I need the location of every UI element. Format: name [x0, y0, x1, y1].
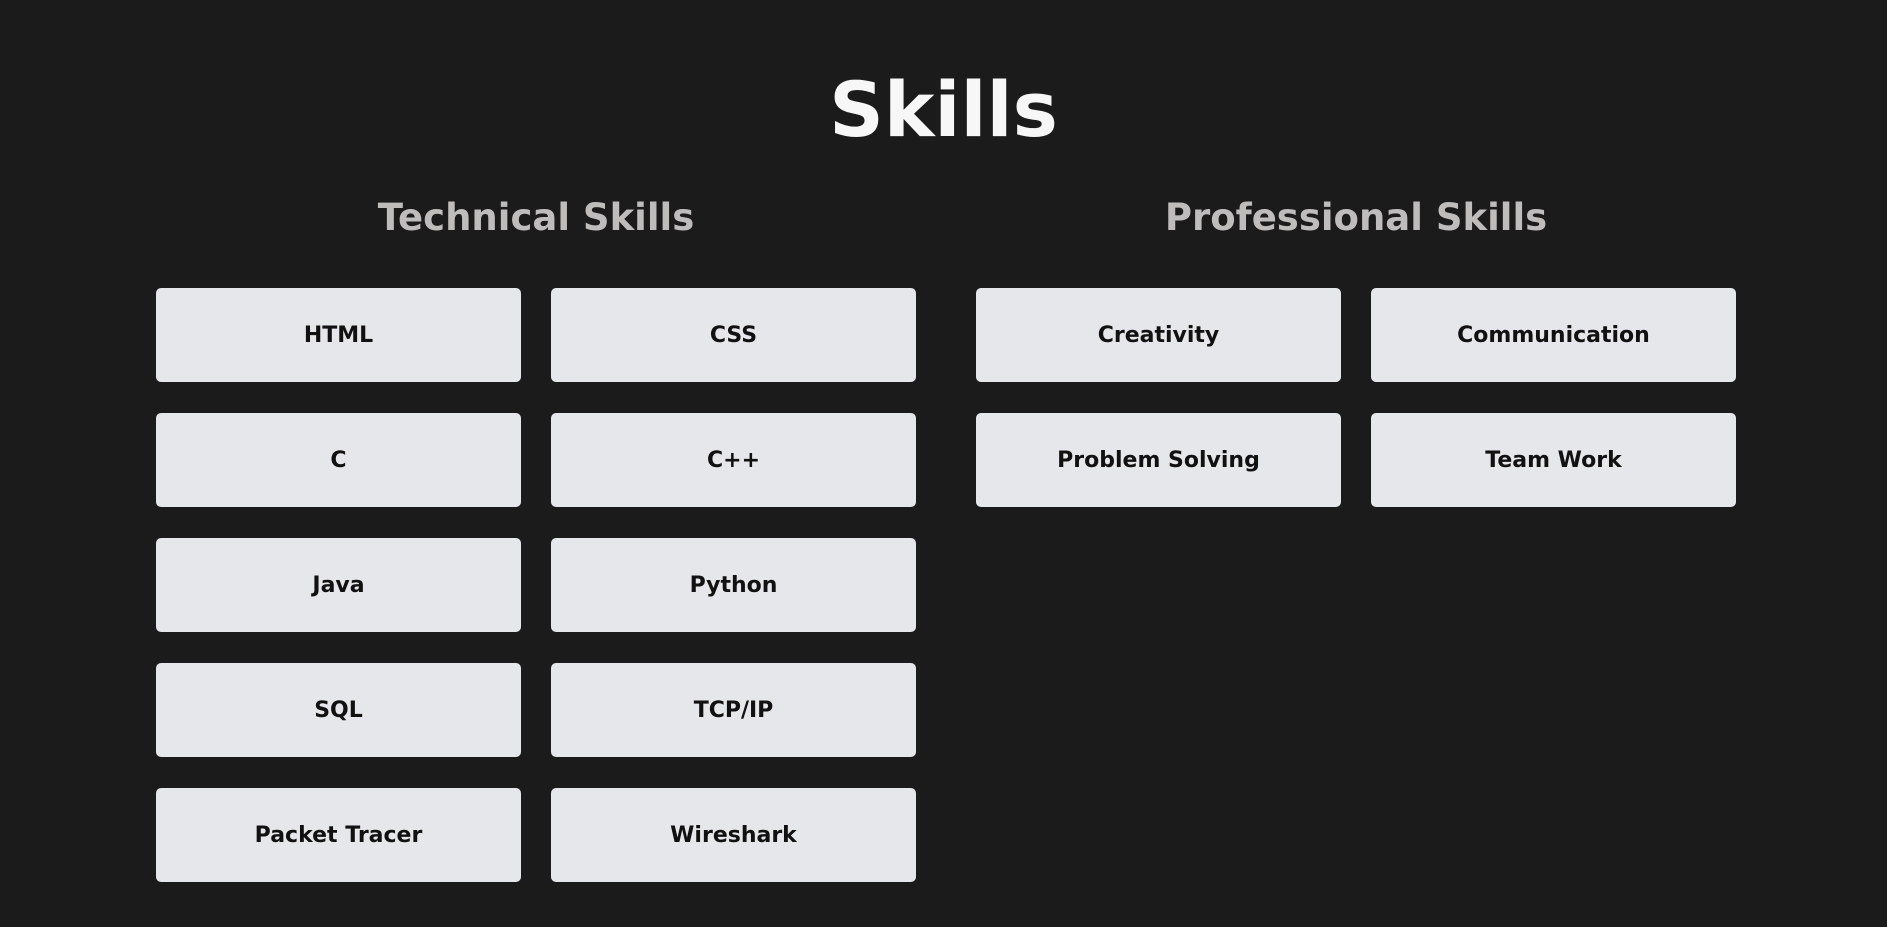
professional-skills-grid: Creativity Communication Problem Solving…	[976, 288, 1736, 507]
skills-page: Skills Technical Skills HTML CSS C C++ J…	[0, 0, 1887, 927]
technical-skills-grid: HTML CSS C C++ Java Python SQL TCP/IP Pa…	[156, 288, 916, 882]
skill-card-java[interactable]: Java	[156, 538, 521, 632]
skill-card-python[interactable]: Python	[551, 538, 916, 632]
skill-card-wireshark[interactable]: Wireshark	[551, 788, 916, 882]
technical-skills-section: Technical Skills HTML CSS C C++ Java Pyt…	[156, 192, 916, 882]
skill-card-team-work[interactable]: Team Work	[1371, 413, 1736, 507]
professional-skills-title: Professional Skills	[1164, 196, 1548, 239]
skill-card-creativity[interactable]: Creativity	[976, 288, 1341, 382]
skill-card-css[interactable]: CSS	[551, 288, 916, 382]
technical-skills-title: Technical Skills	[377, 196, 695, 239]
skill-card-sql[interactable]: SQL	[156, 663, 521, 757]
skill-card-packet-tracer[interactable]: Packet Tracer	[156, 788, 521, 882]
skill-card-communication[interactable]: Communication	[1371, 288, 1736, 382]
skill-card-html[interactable]: HTML	[156, 288, 521, 382]
skill-card-tcpip[interactable]: TCP/IP	[551, 663, 916, 757]
page-title: Skills	[829, 65, 1058, 154]
professional-skills-section: Professional Skills Creativity Communica…	[976, 192, 1736, 507]
skill-card-c[interactable]: C	[156, 413, 521, 507]
skill-card-cpp[interactable]: C++	[551, 413, 916, 507]
skill-card-problem-solving[interactable]: Problem Solving	[976, 413, 1341, 507]
